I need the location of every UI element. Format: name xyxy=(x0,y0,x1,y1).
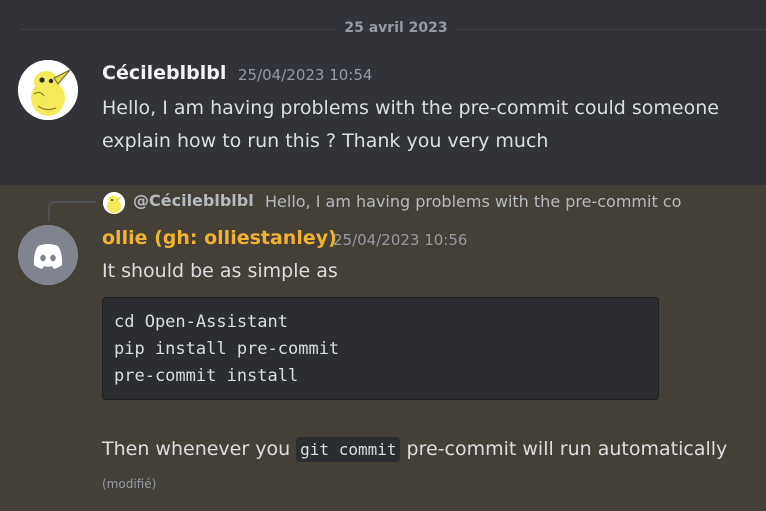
outro-text: pre-commit will run automatically xyxy=(400,438,728,460)
edited-label: (modifié) xyxy=(102,477,157,491)
message-timestamp[interactable]: 25/04/2023 10:56 xyxy=(333,231,467,249)
message-ollie: @Cécileblblbl Hello, I am having problem… xyxy=(0,185,766,511)
reply-mention[interactable]: @Cécileblblbl xyxy=(133,191,254,210)
username-ollie[interactable]: ollie (gh: olliestanley) xyxy=(102,227,337,249)
code-line: pip install pre-commit xyxy=(114,339,340,359)
message-outro: Then whenever you git commit pre-commit … xyxy=(102,433,742,501)
reply-preview-text[interactable]: Hello, I am having problems with the pre… xyxy=(265,192,725,211)
reply-avatar-icon[interactable] xyxy=(103,192,125,214)
message-text: Hello, I am having problems with the pre… xyxy=(102,97,719,152)
username-cecile[interactable]: Cécileblblbl xyxy=(102,62,226,84)
message-cecile: Cécileblblbl 25/04/2023 10:54 Hello, I a… xyxy=(0,52,766,182)
code-line: cd Open-Assistant xyxy=(114,312,288,332)
discord-logo-icon[interactable] xyxy=(18,225,78,285)
reply-connector xyxy=(48,201,96,221)
yellow-bird-avatar-icon[interactable] xyxy=(18,60,78,120)
code-block: cd Open-Assistant pip install pre-commit… xyxy=(102,297,659,400)
date-divider-label: 25 avril 2023 xyxy=(344,20,448,36)
message-intro: It should be as simple as xyxy=(102,260,338,282)
inline-code: git commit xyxy=(296,437,401,462)
outro-text: Then whenever you xyxy=(102,438,297,460)
date-divider: 25 avril 2023 xyxy=(0,14,766,44)
divider-line-left xyxy=(20,29,336,30)
divider-line-right xyxy=(456,29,766,30)
message-timestamp[interactable]: 25/04/2023 10:54 xyxy=(238,66,372,84)
code-line: pre-commit install xyxy=(114,366,299,386)
